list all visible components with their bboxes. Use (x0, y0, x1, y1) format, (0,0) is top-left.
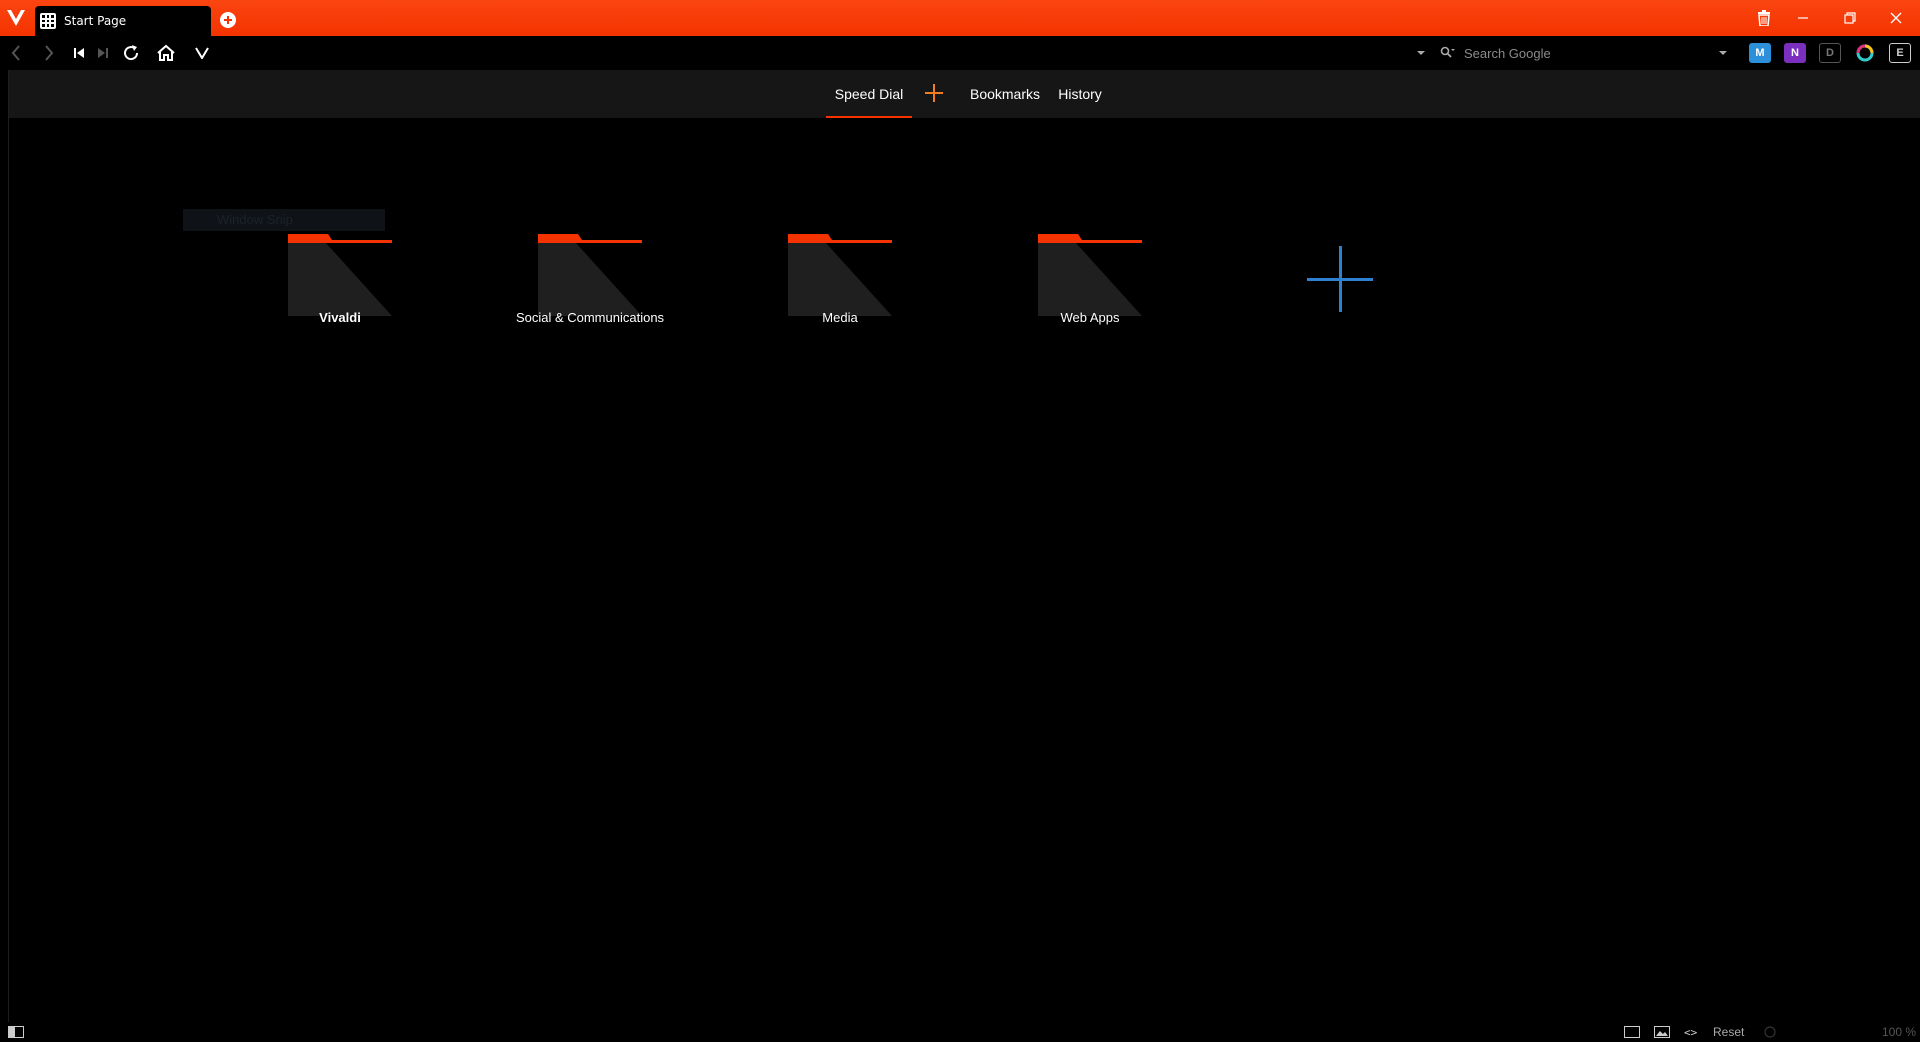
start-page-nav: Speed Dial Bookmarks History (9, 70, 1920, 118)
forward-icon[interactable] (36, 41, 62, 65)
color-wheel-icon[interactable] (1854, 43, 1876, 63)
reader-icon[interactable]: D (1819, 43, 1841, 63)
tab-speed-dial[interactable]: Speed Dial (826, 70, 912, 118)
rewind-icon[interactable] (66, 41, 92, 65)
folder-label-social[interactable]: Social & Communications (480, 310, 700, 325)
home-icon[interactable] (153, 41, 179, 65)
tiling-icon[interactable] (1624, 1024, 1640, 1040)
address-dropdown-icon[interactable] (1408, 41, 1434, 65)
mastodon-icon[interactable]: M (1749, 43, 1771, 63)
start-page: Speed Dial Bookmarks History Window Snip (8, 70, 1920, 1042)
vivaldi-v-icon[interactable] (189, 41, 215, 65)
onenote-icon[interactable]: N (1784, 43, 1806, 63)
folder-label-media[interactable]: Media (730, 310, 950, 325)
zoom-reset-button[interactable]: Reset (1713, 1024, 1744, 1040)
close-icon[interactable] (1873, 0, 1919, 36)
page-actions-icon[interactable]: <> (1684, 1024, 1697, 1040)
folder-label-web-apps[interactable]: Web Apps (980, 310, 1200, 325)
speed-dial-folder-media[interactable] (788, 234, 892, 316)
folder-icon (788, 234, 892, 316)
speed-dial-grid-icon (40, 13, 56, 29)
window-snip-overlay: Window Snip (183, 209, 385, 231)
title-bar: Start Page (0, 0, 1920, 36)
panel-toggle-icon[interactable] (8, 1024, 24, 1040)
tab-history[interactable]: History (1051, 70, 1109, 118)
folder-icon (288, 234, 392, 316)
zoom-level: 100 % (1882, 1025, 1917, 1039)
back-icon[interactable] (3, 41, 29, 65)
vivaldi-menu-icon[interactable] (4, 6, 28, 28)
image-toggle-icon[interactable] (1654, 1024, 1670, 1040)
evernote-icon[interactable]: E (1889, 43, 1911, 63)
search-engine-icon (1440, 46, 1455, 58)
tab-title: Start Page (64, 14, 127, 28)
folder-icon (1038, 234, 1142, 316)
speed-dial-folder-web-apps[interactable] (1038, 234, 1142, 316)
search-box[interactable] (1440, 42, 1730, 64)
speed-dial-folder-social[interactable] (538, 234, 642, 316)
reload-icon[interactable] (118, 41, 144, 65)
search-input[interactable] (1462, 44, 1692, 62)
search-dropdown-icon[interactable] (1710, 41, 1736, 65)
add-speed-dial-button[interactable] (1307, 246, 1373, 312)
fast-forward-icon[interactable] (90, 41, 116, 65)
tab-start-page[interactable]: Start Page (35, 6, 211, 36)
new-tab-button[interactable] (220, 12, 236, 28)
tab-bookmarks[interactable]: Bookmarks (963, 70, 1047, 118)
speed-dial-folder-vivaldi[interactable] (288, 234, 392, 316)
address-bar: M N D E (0, 36, 1920, 70)
zoom-slider-icon[interactable] (1764, 1024, 1776, 1040)
restore-icon[interactable] (1827, 0, 1873, 36)
add-speed-dial-group-button[interactable] (923, 82, 945, 104)
folder-label-vivaldi[interactable]: Vivaldi (230, 310, 450, 325)
folder-icon (538, 234, 642, 316)
minimize-icon[interactable] (1780, 0, 1826, 36)
status-bar: <> Reset 100 % (0, 1022, 1920, 1042)
